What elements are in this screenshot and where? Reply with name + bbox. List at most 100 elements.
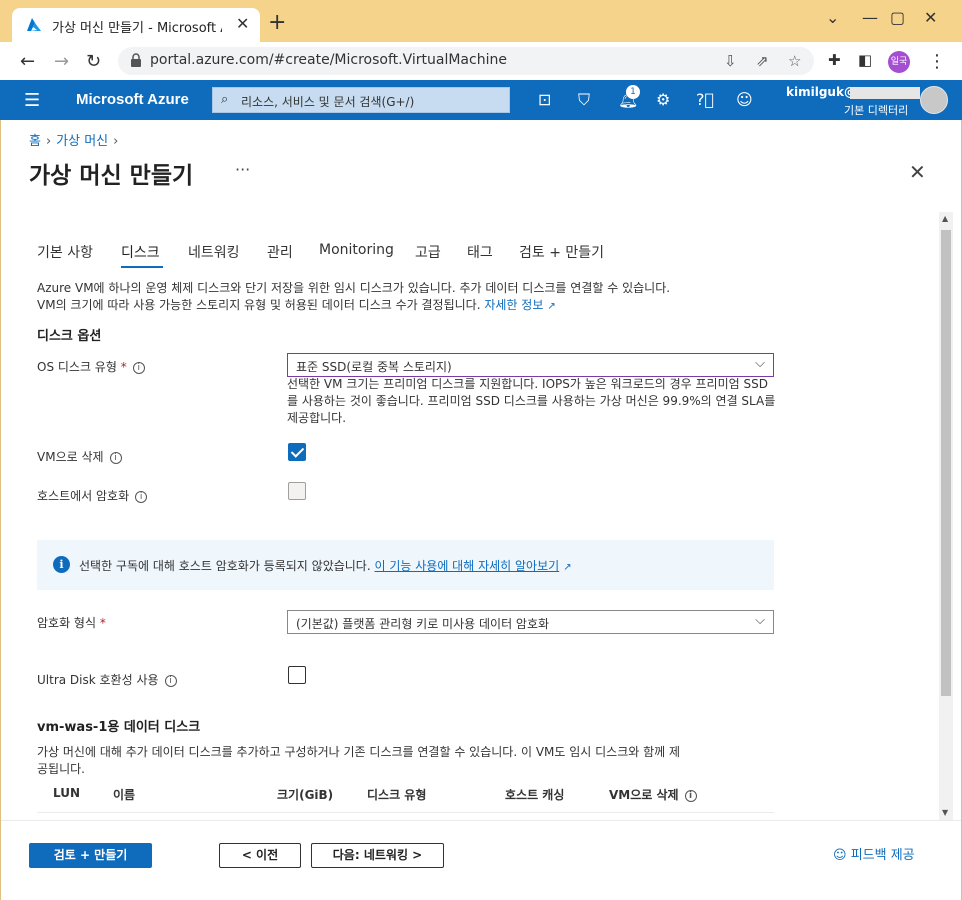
ultra-disk-checkbox[interactable] (288, 666, 306, 684)
column-size: 크기(GiB) (277, 788, 334, 802)
close-blade-icon[interactable]: ✕ (909, 160, 926, 184)
table-header-divider (37, 812, 774, 813)
profile-avatar[interactable]: 일국 (888, 51, 910, 73)
host-encryption-learn-more-link[interactable]: 이 기능 사용에 대해 자세히 알아보기 (375, 559, 560, 573)
address-bar: ← → ↻ portal.azure.com/#create/Microsoft… (0, 42, 962, 80)
encryption-type-label: 암호화 형식 * (37, 616, 106, 630)
feedback-person-icon[interactable]: ☺ (736, 90, 753, 109)
install-app-icon[interactable]: ⇩ (724, 52, 737, 70)
omnibox[interactable]: portal.azure.com/#create/Microsoft.Virtu… (118, 47, 814, 75)
host-encryption-label: 호스트에서 암호화 i (37, 487, 148, 504)
previous-button[interactable]: < 이전 (219, 843, 301, 868)
cloud-shell-icon[interactable]: ⊡ (538, 90, 551, 109)
feedback-icon: ☺ (833, 848, 847, 863)
back-icon[interactable]: ← (20, 51, 35, 72)
global-search-input[interactable]: ⌕ 리소스, 서비스 및 문서 검색(G+/) (212, 87, 510, 113)
url-text: portal.azure.com/#create/Microsoft.Virtu… (150, 52, 507, 68)
learn-more-link[interactable]: 자세한 정보 (484, 298, 543, 312)
scroll-down-icon[interactable]: ▼ (942, 808, 948, 817)
info-icon[interactable]: i (164, 674, 177, 687)
azure-topbar: ☰ Microsoft Azure ⌕ 리소스, 서비스 및 문서 검색(G+/… (0, 80, 962, 120)
active-tab-indicator (121, 266, 163, 268)
delete-with-vm-checkbox[interactable] (288, 443, 306, 461)
tab-advanced[interactable]: 고급 (415, 242, 441, 262)
os-disk-type-label: OS 디스크 유형 * i (37, 358, 145, 375)
host-encryption-info-banner: i 선택한 구독에 대해 호스트 암호화가 등록되지 않았습니다. 이 기능 사… (37, 540, 774, 590)
column-delete-with-vm: VM으로 삭제 i (609, 786, 697, 803)
external-link-icon: ↗ (547, 301, 556, 312)
maximize-icon[interactable]: ▢ (890, 8, 905, 27)
user-avatar[interactable] (920, 86, 948, 114)
create-vm-blade: 홈 › 가상 머신 › 가상 머신 만들기 ··· ✕ ▲ ▼ 기본 사항 디스크 네… (0, 120, 962, 900)
tab-basics[interactable]: 기본 사항 (37, 242, 93, 262)
encryption-type-select[interactable]: (기본값) 플랫폼 관리형 키로 미사용 데이터 암호화 ⌵ (287, 610, 774, 634)
page-title: 가상 머신 만들기 (29, 163, 194, 189)
tab-title: 가상 머신 만들기 - Microsoft Azure (52, 21, 222, 36)
directory-filter-icon[interactable]: ⛉ (578, 90, 590, 110)
scroll-up-icon[interactable]: ▲ (942, 214, 948, 223)
info-icon[interactable]: i (109, 451, 122, 464)
tab-search-icon[interactable]: ⌄ (826, 8, 839, 27)
notification-badge: 1 (626, 85, 640, 99)
breadcrumb-home[interactable]: 홈 (29, 134, 41, 149)
review-create-button[interactable]: 검토 + 만들기 (29, 843, 152, 868)
user-name[interactable]: kimilguk@ (786, 85, 856, 99)
settings-gear-icon[interactable]: ⚙ (656, 90, 670, 109)
lock-icon (131, 53, 141, 67)
reload-icon[interactable]: ↻ (86, 51, 101, 72)
tab-monitoring[interactable]: Monitoring (319, 242, 394, 258)
side-panel-icon[interactable]: ◧ (858, 51, 872, 69)
info-icon[interactable]: i (132, 361, 145, 374)
info-icon[interactable]: i (135, 490, 148, 503)
minimize-icon[interactable]: — (862, 8, 878, 27)
disk-options-heading: 디스크 옵션 (37, 329, 102, 344)
delete-with-vm-label: VM으로 삭제 i (37, 448, 122, 465)
forward-icon[interactable]: → (54, 51, 69, 72)
os-disk-help-text: 선택한 VM 크기는 프리미엄 디스크를 지원합니다. IOPS가 높은 워크로… (287, 377, 776, 425)
column-name: 이름 (113, 788, 136, 802)
browser-titlebar: 가상 머신 만들기 - Microsoft Azure ✕ + ⌄ — ▢ ✕ (0, 0, 962, 42)
footer-actions: 검토 + 만들기 < 이전 다음: 네트워킹 > ☺ 피드백 제공 (1, 820, 961, 900)
tab-management[interactable]: 관리 (267, 242, 293, 262)
data-disks-description: 가상 머신에 대해 추가 데이터 디스크를 추가하고 구성하거나 기존 디스크를… (37, 745, 681, 776)
external-link-icon: ↗ (563, 562, 572, 573)
data-disks-heading: vm-was-1용 데이터 디스크 (37, 720, 201, 735)
more-options-icon[interactable]: ··· (235, 160, 250, 179)
next-networking-button[interactable]: 다음: 네트워킹 > (311, 843, 444, 868)
share-icon[interactable]: ⇗ (756, 52, 769, 70)
search-icon: ⌕ (221, 92, 229, 107)
column-lun: LUN (53, 786, 81, 800)
tab-review-create[interactable]: 검토 + 만들기 (519, 242, 604, 262)
info-filled-icon: i (53, 556, 70, 573)
intro-text: Azure VM에 하나의 운영 체제 디스크와 단기 저장을 위한 임시 디스… (37, 281, 671, 312)
bookmark-star-icon[interactable]: ☆ (788, 52, 801, 70)
tab-tags[interactable]: 태그 (467, 242, 493, 262)
ultra-disk-label: Ultra Disk 호환성 사용 i (37, 671, 177, 688)
chevron-down-icon: ⌵ (755, 613, 765, 628)
help-icon[interactable]: ?⃝ (696, 90, 714, 109)
browser-menu-icon[interactable]: ⋮ (928, 51, 946, 72)
azure-brand[interactable]: Microsoft Azure (76, 91, 189, 108)
feedback-link[interactable]: ☺ 피드백 제공 (833, 844, 915, 863)
tab-disks[interactable]: 디스크 (121, 242, 160, 262)
browser-tab[interactable]: 가상 머신 만들기 - Microsoft Azure ✕ (12, 8, 260, 42)
hamburger-menu-icon[interactable]: ☰ (24, 90, 40, 111)
column-disk-type: 디스크 유형 (367, 788, 427, 802)
new-tab-icon[interactable]: + (268, 10, 286, 35)
chevron-down-icon: ⌵ (755, 356, 765, 371)
extensions-icon[interactable]: ✚ (828, 51, 841, 69)
info-icon[interactable]: i (684, 789, 697, 802)
user-directory: 기본 디렉터리 (844, 104, 909, 117)
scrollbar-thumb[interactable] (941, 230, 951, 696)
search-placeholder: 리소스, 서비스 및 문서 검색(G+/) (241, 95, 415, 109)
tab-close-icon[interactable]: ✕ (236, 14, 249, 33)
azure-logo-icon (27, 18, 41, 31)
breadcrumb-vms[interactable]: 가상 머신 (56, 134, 108, 149)
breadcrumb: 홈 › 가상 머신 › (29, 134, 119, 149)
tab-networking[interactable]: 네트워킹 (188, 242, 240, 262)
user-name-mask (850, 87, 920, 99)
window-close-icon[interactable]: ✕ (924, 8, 937, 27)
os-disk-type-select[interactable]: 표준 SSD(로컬 중복 스토리지) ⌵ (287, 353, 774, 377)
column-host-caching: 호스트 캐싱 (505, 788, 565, 802)
host-encryption-checkbox[interactable] (288, 482, 306, 500)
